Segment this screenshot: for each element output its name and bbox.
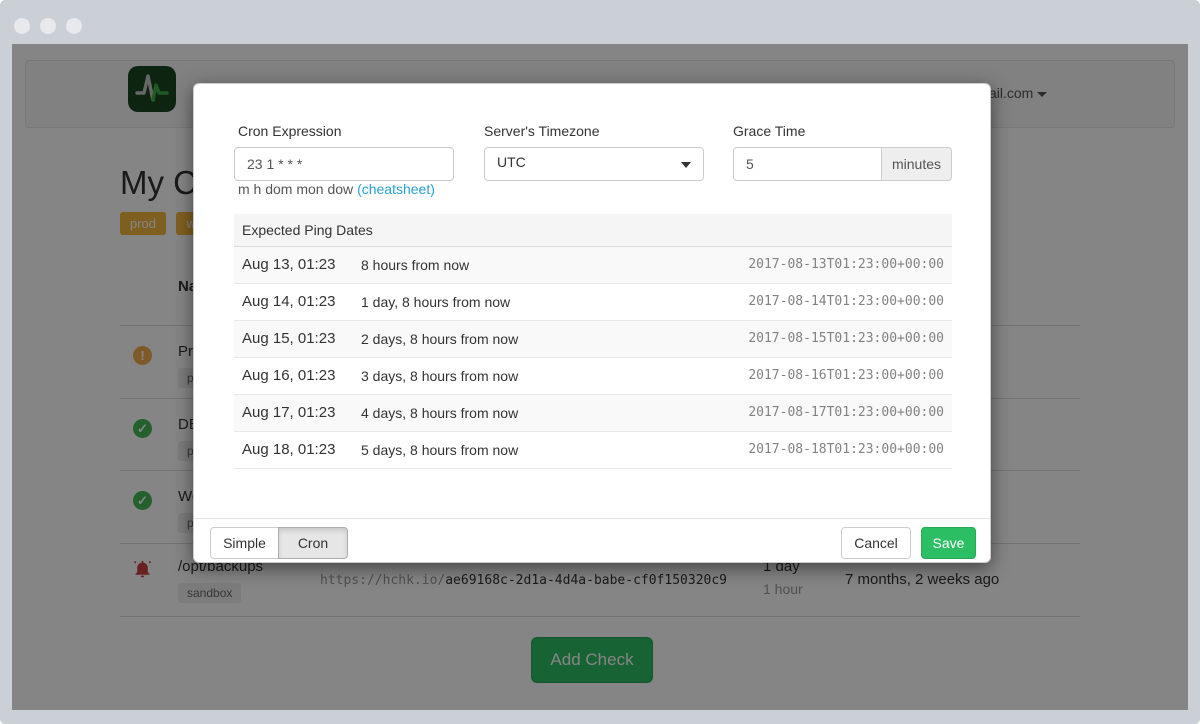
grace-time-input[interactable] (733, 147, 882, 181)
ping-iso: 2017-08-15T01:23:00+00:00 (748, 331, 944, 346)
modal-footer: Simple Cron Cancel Save (194, 518, 990, 564)
ping-relative: 3 days, 8 hours from now (361, 368, 518, 384)
grace-unit-addon: minutes (882, 147, 952, 181)
cancel-button[interactable]: Cancel (841, 527, 911, 559)
ping-dates-table: Expected Ping Dates Aug 13, 01:23 8 hour… (234, 214, 952, 469)
ping-iso: 2017-08-13T01:23:00+00:00 (748, 257, 944, 272)
ping-iso: 2017-08-14T01:23:00+00:00 (748, 294, 944, 309)
cron-expression-label: Cron Expression (238, 123, 342, 139)
cron-hint: m h dom mon dow (cheatsheet) (238, 181, 435, 197)
ping-relative: 2 days, 8 hours from now (361, 331, 518, 347)
ping-date: Aug 14, 01:23 (242, 293, 335, 310)
ping-date: Aug 17, 01:23 (242, 404, 335, 421)
window-close-button[interactable] (14, 18, 30, 34)
ping-date-row: Aug 17, 01:23 4 days, 8 hours from now 2… (234, 395, 952, 432)
ping-relative: 8 hours from now (361, 257, 469, 273)
cheatsheet-link[interactable]: (cheatsheet) (357, 181, 435, 197)
ping-date: Aug 13, 01:23 (242, 256, 335, 273)
timezone-select[interactable]: UTC (484, 147, 704, 181)
ping-relative: 5 days, 8 hours from now (361, 442, 518, 458)
schedule-modal: Cron Expression Server's Timezone Grace … (193, 83, 991, 563)
ping-iso: 2017-08-18T01:23:00+00:00 (748, 442, 944, 457)
save-button[interactable]: Save (921, 527, 976, 559)
cron-expression-input[interactable] (234, 147, 454, 181)
window-minimize-button[interactable] (40, 18, 56, 34)
window-titlebar (0, 0, 1200, 44)
ping-date-row: Aug 18, 01:23 5 days, 8 hours from now 2… (234, 432, 952, 469)
ping-date-row: Aug 13, 01:23 8 hours from now 2017-08-1… (234, 247, 952, 284)
ping-dates-header: Expected Ping Dates (234, 214, 952, 247)
ping-relative: 1 day, 8 hours from now (361, 294, 510, 310)
schedule-mode-cron-button[interactable]: Cron (278, 527, 348, 559)
ping-date: Aug 16, 01:23 (242, 367, 335, 384)
ping-iso: 2017-08-17T01:23:00+00:00 (748, 405, 944, 420)
timezone-label: Server's Timezone (484, 123, 600, 139)
window-maximize-button[interactable] (66, 18, 82, 34)
ping-date: Aug 15, 01:23 (242, 330, 335, 347)
ping-date-row: Aug 16, 01:23 3 days, 8 hours from now 2… (234, 358, 952, 395)
cron-hint-text: m h dom mon dow (238, 181, 357, 197)
timezone-selected-value: UTC (497, 154, 526, 170)
browser-window: ail.com My Checks prod work Name ! Pr pr… (0, 0, 1200, 724)
ping-date-row: Aug 15, 01:23 2 days, 8 hours from now 2… (234, 321, 952, 358)
ping-date: Aug 18, 01:23 (242, 441, 335, 458)
grace-time-label: Grace Time (733, 123, 805, 139)
select-caret-icon (681, 162, 691, 168)
ping-date-row: Aug 14, 01:23 1 day, 8 hours from now 20… (234, 284, 952, 321)
ping-iso: 2017-08-16T01:23:00+00:00 (748, 368, 944, 383)
schedule-mode-simple-button[interactable]: Simple (210, 527, 279, 559)
ping-relative: 4 days, 8 hours from now (361, 405, 518, 421)
